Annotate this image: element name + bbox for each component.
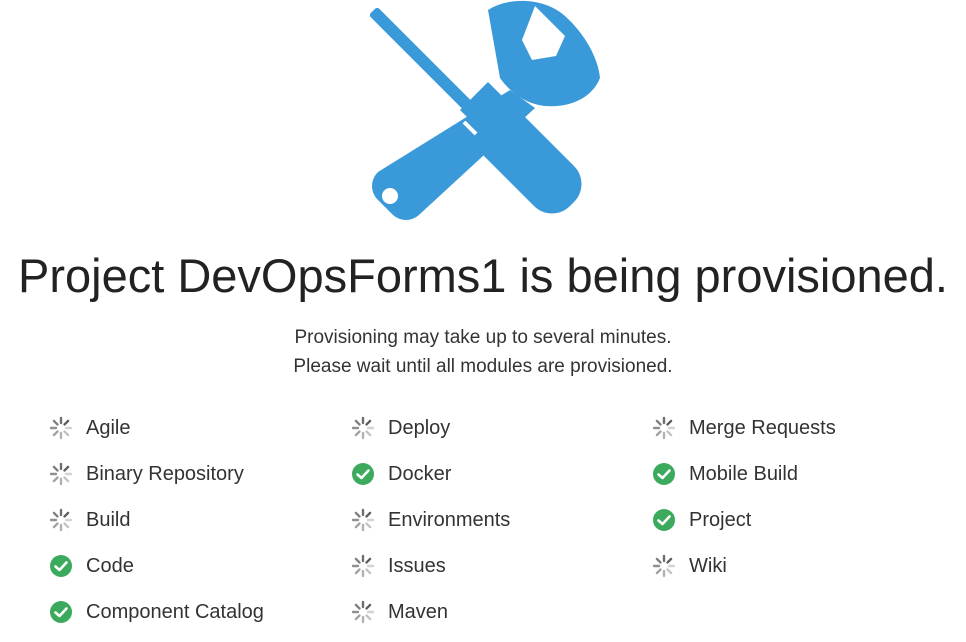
module-item: Binary Repository (48, 451, 348, 497)
spinner-icon (49, 508, 73, 532)
subtitle: Provisioning may take up to several minu… (0, 323, 966, 381)
module-label: Agile (86, 416, 131, 439)
module-label: Environments (388, 508, 511, 531)
tools-icon (369, 0, 600, 220)
check-circle-icon (50, 555, 72, 577)
module-item: Code (48, 543, 348, 589)
subtitle-line: Please wait until all modules are provis… (293, 356, 673, 377)
module-label: Component Catalog (86, 600, 264, 623)
spinner-icon (351, 554, 375, 578)
module-item: Docker (350, 451, 650, 497)
module-item: Wiki (651, 543, 951, 589)
check-circle-icon (653, 509, 675, 531)
spinner-icon (49, 416, 73, 440)
spinner-icon (351, 416, 375, 440)
spinner-icon (351, 600, 375, 624)
module-item: Deploy (350, 405, 650, 451)
check-circle-icon (50, 601, 72, 623)
module-label: Wiki (689, 554, 727, 577)
module-item: Build (48, 497, 348, 543)
module-item: Component Catalog (48, 589, 348, 635)
module-label: Merge Requests (689, 416, 836, 439)
module-item: Project (651, 497, 951, 543)
module-label: Docker (388, 462, 452, 485)
subtitle-line: Provisioning may take up to several minu… (294, 327, 672, 348)
module-item: Agile (48, 405, 348, 451)
spinner-icon (652, 416, 676, 440)
provisioning-page: Project DevOpsForms1 is being provisione… (0, 0, 966, 642)
module-item: Maven (350, 589, 650, 635)
module-item: Environments (350, 497, 650, 543)
spinner-icon (351, 508, 375, 532)
module-label: Deploy (388, 416, 451, 439)
module-label: Code (86, 554, 134, 577)
check-circle-icon (653, 463, 675, 485)
check-circle-icon (352, 463, 374, 485)
page-title: Project DevOpsForms1 is being provisione… (18, 249, 948, 302)
module-column: Agile Binary Repository Build Code Compo… (48, 405, 348, 635)
spinner-icon (652, 554, 676, 578)
module-item: Merge Requests (651, 405, 951, 451)
module-label: Mobile Build (689, 462, 798, 485)
module-label: Build (86, 508, 131, 531)
module-label: Project (689, 508, 752, 531)
module-column: Merge Requests Mobile Build Project Wiki (651, 405, 951, 589)
module-label: Maven (388, 600, 449, 623)
module-column: Deploy Docker Environments Issues Maven (350, 405, 650, 635)
module-item: Mobile Build (651, 451, 951, 497)
module-label: Issues (388, 554, 446, 577)
module-item: Issues (350, 543, 650, 589)
module-list: Agile Binary Repository Build Code Compo… (48, 405, 948, 635)
module-label: Binary Repository (86, 462, 244, 485)
spinner-icon (49, 462, 73, 486)
